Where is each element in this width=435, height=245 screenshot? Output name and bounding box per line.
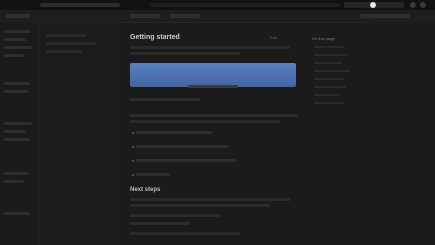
sidebar-item[interactable] bbox=[4, 82, 30, 85]
edit-link[interactable]: Edit bbox=[270, 35, 277, 40]
sidebar-item[interactable] bbox=[4, 122, 32, 125]
sidebar-item[interactable] bbox=[4, 54, 24, 57]
main-content: Getting started Edit Next steps bbox=[120, 22, 310, 245]
intro-line bbox=[130, 52, 240, 55]
image-caption bbox=[188, 85, 238, 88]
list-item[interactable] bbox=[136, 145, 228, 148]
bullet-icon bbox=[132, 174, 134, 176]
bullet-icon bbox=[132, 132, 134, 134]
paragraph-line bbox=[130, 222, 190, 225]
list-item[interactable] bbox=[136, 173, 170, 176]
bullet-icon bbox=[132, 146, 134, 148]
docs-logo[interactable] bbox=[6, 14, 30, 18]
page-title: Getting started bbox=[130, 34, 180, 41]
sidebar-item[interactable] bbox=[4, 138, 30, 141]
toc-item[interactable] bbox=[314, 70, 350, 72]
nav-item[interactable] bbox=[46, 42, 96, 45]
sidebar-item[interactable] bbox=[4, 172, 28, 175]
nav-item[interactable] bbox=[46, 50, 82, 53]
left-sidebar bbox=[0, 22, 39, 245]
table-of-contents: On this page bbox=[312, 22, 372, 245]
toolbar-spacer bbox=[150, 3, 340, 7]
header-link[interactable] bbox=[170, 14, 200, 18]
toc-item[interactable] bbox=[314, 94, 340, 96]
sidebar-item[interactable] bbox=[4, 46, 32, 49]
hero-image bbox=[130, 63, 296, 88]
paragraph-line bbox=[130, 98, 200, 101]
section-heading: Next steps bbox=[130, 187, 161, 193]
search-input[interactable] bbox=[360, 14, 410, 18]
sidebar-item[interactable] bbox=[4, 212, 30, 215]
nav-item[interactable] bbox=[46, 34, 86, 37]
toc-item[interactable] bbox=[314, 54, 348, 56]
toc-item[interactable] bbox=[314, 62, 342, 64]
paragraph-line bbox=[130, 204, 270, 207]
sidebar-item[interactable] bbox=[4, 38, 26, 41]
sidebar-item[interactable] bbox=[4, 180, 24, 183]
sidebar-item[interactable] bbox=[4, 30, 30, 33]
intro-line bbox=[130, 46, 290, 49]
paragraph-line bbox=[130, 198, 290, 201]
docs-nav bbox=[40, 22, 118, 245]
sidebar-item[interactable] bbox=[4, 90, 28, 93]
toc-item[interactable] bbox=[314, 102, 344, 104]
paragraph-line bbox=[130, 114, 298, 117]
paragraph-line bbox=[130, 120, 280, 123]
paragraph-line bbox=[130, 214, 220, 217]
right-margin bbox=[372, 22, 435, 245]
toc-title: On this page bbox=[312, 36, 335, 41]
address-bar[interactable] bbox=[40, 3, 120, 7]
bullet-icon bbox=[132, 160, 134, 162]
close-icon[interactable] bbox=[420, 2, 426, 8]
toc-item[interactable] bbox=[314, 86, 346, 88]
toc-item[interactable] bbox=[314, 78, 344, 80]
header-link[interactable] bbox=[130, 14, 160, 18]
list-item[interactable] bbox=[136, 159, 236, 162]
sidebar-item[interactable] bbox=[4, 130, 26, 133]
menu-icon[interactable] bbox=[410, 2, 416, 8]
paragraph-line bbox=[130, 232, 240, 235]
profile-icon[interactable] bbox=[370, 2, 376, 8]
toc-item[interactable] bbox=[314, 46, 344, 48]
list-item[interactable] bbox=[136, 131, 212, 134]
